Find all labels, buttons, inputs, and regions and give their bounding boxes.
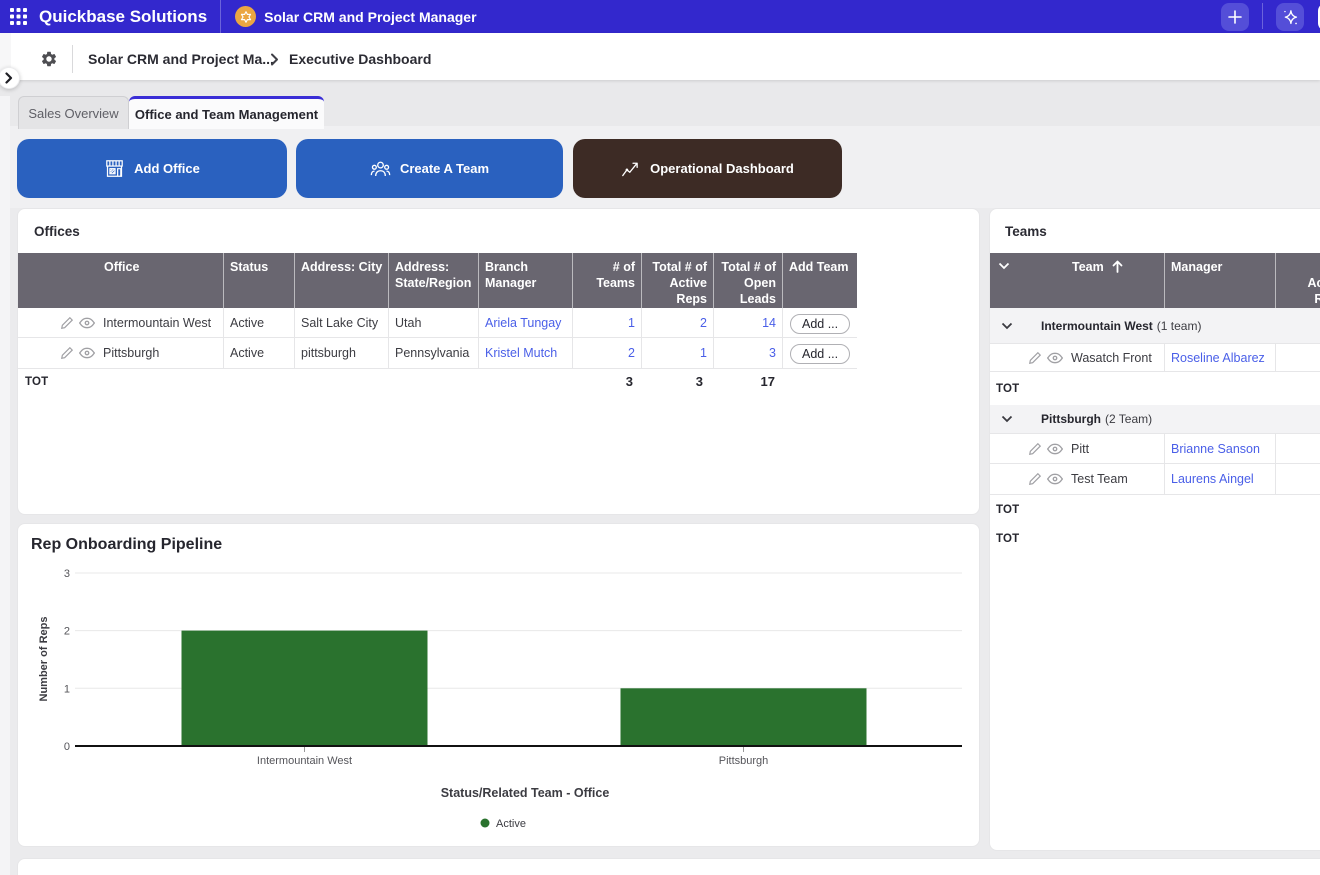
svg-text:1: 1 xyxy=(64,683,70,695)
svg-text:Active: Active xyxy=(496,818,526,830)
svg-text:Intermountain West: Intermountain West xyxy=(257,755,352,767)
svg-text:Number of Reps: Number of Reps xyxy=(38,617,50,702)
svg-text:Status/Related Team - Office: Status/Related Team - Office xyxy=(441,786,610,800)
svg-text:3: 3 xyxy=(64,568,70,580)
svg-text:2: 2 xyxy=(64,626,70,638)
svg-text:Pittsburgh: Pittsburgh xyxy=(719,755,769,767)
svg-text:0: 0 xyxy=(64,741,70,753)
